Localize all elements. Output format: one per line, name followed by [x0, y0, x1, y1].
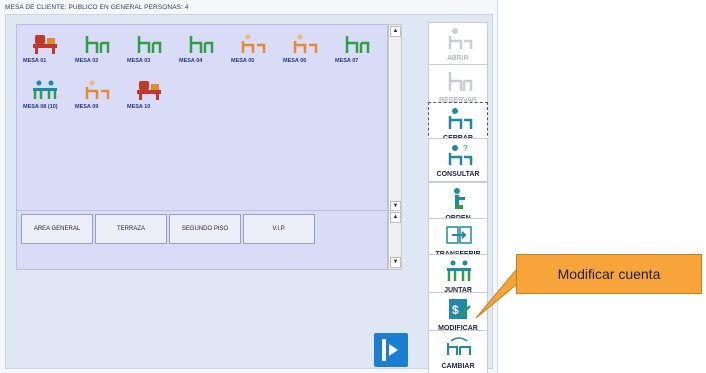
table-reserved-icon: [293, 34, 318, 53]
areas-scrollbar[interactable]: ▲ ▼: [388, 210, 402, 270]
table-free-icon: [85, 36, 110, 53]
join-tables-icon: [447, 260, 471, 281]
svg-text:?: ?: [463, 144, 468, 153]
table-label: MESA 09: [75, 104, 99, 110]
table-tile-mesa-07[interactable]: MESA 07: [335, 33, 379, 73]
consultar-button[interactable]: ? CONSULTAR: [428, 138, 488, 182]
scroll-up-button[interactable]: ▲: [390, 26, 401, 37]
areas-panel: AREA GENERAL TERRAZA SEGUNDO PISO V.I.P.: [16, 210, 388, 270]
change-table-icon: [447, 337, 471, 355]
table-joined-icon: [33, 80, 57, 99]
table-label: MESA 07: [335, 58, 359, 64]
table-tile-mesa-03[interactable]: MESA 03: [127, 33, 171, 73]
table-reserved-icon: [85, 80, 110, 99]
close-table-icon: [448, 108, 473, 129]
table-tile-mesa-05[interactable]: MESA 05: [231, 33, 275, 73]
table-free-icon: [137, 36, 162, 53]
table-label: MESA 02: [75, 58, 99, 64]
tables-scrollbar[interactable]: ▲ ▼: [388, 24, 402, 214]
table-free-icon: [189, 36, 214, 53]
table-label: MESA 05: [231, 58, 255, 64]
modify-account-icon: $: [449, 299, 471, 319]
action-label: CAMBIAR: [441, 363, 475, 370]
action-label: ABRIR: [447, 55, 469, 62]
table-tile-mesa-06[interactable]: MESA 06: [283, 33, 327, 73]
table-reserved-icon: [241, 34, 266, 53]
exit-button[interactable]: [374, 333, 408, 367]
reserve-table-icon: [448, 72, 473, 91]
svg-text:$: $: [452, 303, 459, 317]
table-tile-mesa-04[interactable]: MESA 04: [179, 33, 223, 73]
scroll-down-button[interactable]: ▼: [390, 257, 401, 268]
area-tab-segundo-piso[interactable]: SEGUNDO PISO: [169, 214, 241, 244]
table-occupied-icon: [137, 81, 161, 100]
table-tile-mesa-10[interactable]: MESA 10: [127, 79, 171, 119]
area-tab-terraza[interactable]: TERRAZA: [95, 214, 167, 244]
table-tile-mesa-08[interactable]: MESA 08 (10): [23, 79, 67, 119]
action-label: CONSULTAR: [436, 171, 480, 178]
table-free-icon: [345, 36, 370, 53]
table-tile-mesa-09[interactable]: MESA 09: [75, 79, 119, 119]
table-label: MESA 10: [127, 104, 151, 110]
order-icon: [454, 188, 465, 209]
table-label: MESA 08 (10): [23, 104, 58, 110]
table-tile-mesa-02[interactable]: MESA 02: [75, 33, 119, 73]
app-window: MESA DE CLIENTE: PUBLICO EN GENERAL PERS…: [0, 0, 706, 373]
table-label: MESA 06: [283, 58, 307, 64]
table-tile-mesa-01[interactable]: MESA 01: [23, 33, 67, 73]
abrir-button[interactable]: ABRIR: [428, 22, 488, 66]
scroll-up-button[interactable]: ▲: [390, 212, 401, 223]
exit-icon: [382, 339, 398, 361]
callout-text: Modificar cuenta: [557, 266, 661, 282]
table-label: MESA 01: [23, 58, 47, 64]
tables-panel: MESA 01 MESA 02 MESA 03 MESA 04 MESA 05 …: [16, 24, 388, 214]
query-table-icon: ?: [448, 144, 473, 165]
area-tab-vip[interactable]: V.I.P.: [243, 214, 315, 244]
table-occupied-icon: [33, 35, 57, 54]
window-title: MESA DE CLIENTE: PUBLICO EN GENERAL PERS…: [5, 4, 189, 11]
area-tab-general[interactable]: AREA GENERAL: [21, 214, 93, 244]
cambiar-button[interactable]: CAMBIAR: [428, 330, 488, 373]
table-label: MESA 03: [127, 58, 151, 64]
transfer-icon: [446, 226, 472, 244]
table-label: MESA 04: [179, 58, 203, 64]
open-table-icon: [448, 28, 473, 49]
callout-box: Modificar cuenta: [516, 254, 702, 294]
